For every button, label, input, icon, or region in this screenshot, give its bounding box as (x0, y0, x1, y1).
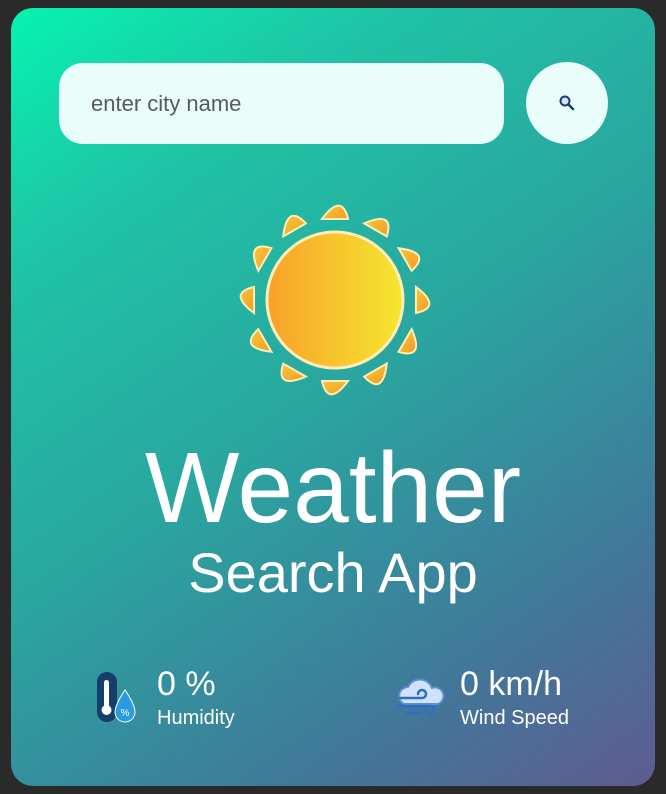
sun-ray (239, 285, 256, 316)
weather-card: Weather Search App % 0 % Humidity (11, 8, 655, 786)
sun-icon (221, 186, 449, 414)
wind-stat: 0 km/h Wind Speed (394, 664, 569, 730)
sun-ray (319, 204, 350, 221)
humidity-label: Humidity (157, 707, 235, 729)
sun-ray (281, 214, 308, 239)
humidity-icon: % (91, 668, 143, 726)
sun-ray (362, 361, 389, 386)
wind-value: 0 km/h (460, 665, 563, 703)
wind-label: Wind Speed (460, 707, 569, 729)
search-icon (558, 94, 576, 112)
sun-ray (320, 379, 351, 396)
svg-text:%: % (121, 708, 130, 719)
sun-ray (252, 245, 273, 274)
sun-ray (397, 326, 418, 355)
sun-ray (280, 362, 309, 383)
sun-ray (361, 217, 390, 238)
search-button[interactable] (526, 62, 608, 144)
sun-ray (249, 327, 274, 354)
app-subtitle: Search App (188, 541, 478, 604)
humidity-value: 0 % (157, 665, 216, 703)
wind-icon (394, 668, 446, 726)
sun-ray (414, 284, 431, 315)
app-title: Weather (144, 432, 522, 544)
humidity-stat: % 0 % Humidity (91, 664, 235, 730)
city-search-input[interactable] (59, 63, 504, 144)
sun-ray (396, 246, 421, 273)
